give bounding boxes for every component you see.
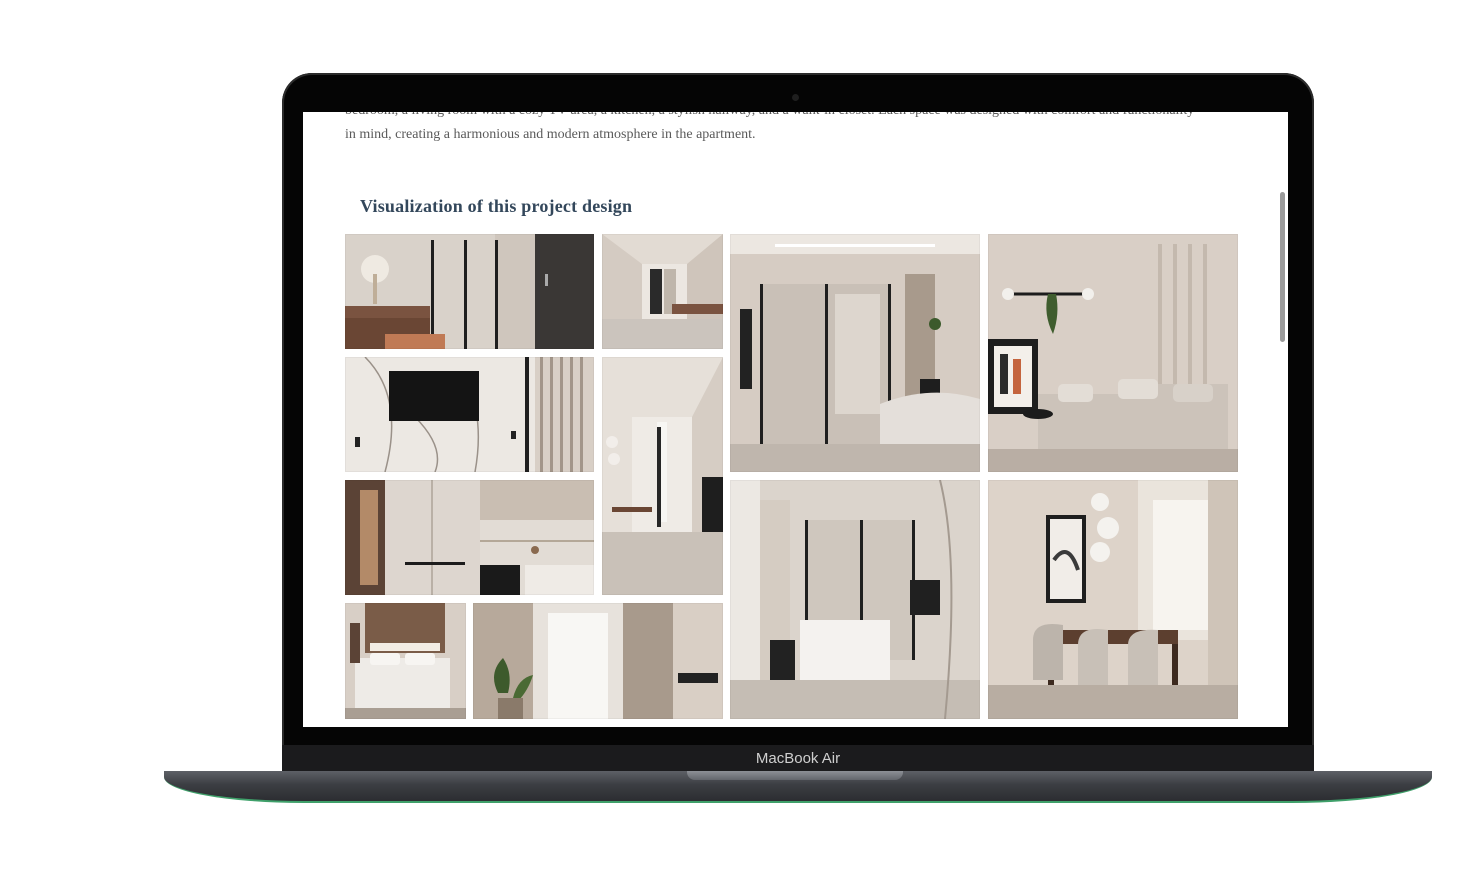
bedroom-window-curtains-photo[interactable] — [473, 603, 723, 719]
living-room-sofa-photo[interactable] — [988, 234, 1238, 472]
hallway-console-photo[interactable] — [345, 234, 594, 349]
living-room-glass-door-photo[interactable] — [730, 234, 980, 472]
laptop-chin: MacBook Air — [282, 745, 1314, 773]
photo-gallery — [345, 234, 1238, 719]
description-line: bedroom, a living room with a cozy TV ar… — [345, 112, 1245, 123]
kitchen-wardrobe-photo[interactable] — [345, 480, 594, 595]
scrollbar-thumb[interactable] — [1280, 192, 1285, 342]
hallway-corridor-photo[interactable] — [602, 234, 723, 349]
laptop-mockup: bedroom, a living room with a cozy TV ar… — [0, 0, 1483, 890]
project-description: bedroom, a living room with a cozy TV ar… — [345, 112, 1245, 147]
dining-room-photo[interactable] — [988, 480, 1238, 719]
bedroom-photo[interactable] — [345, 603, 466, 719]
camera-icon — [792, 94, 799, 101]
laptop-hinge-notch — [687, 771, 903, 780]
tv-marble-wall-photo[interactable] — [345, 357, 594, 472]
description-line: in mind, creating a harmonious and moder… — [345, 127, 756, 142]
corridor-dining-view-photo[interactable] — [602, 357, 723, 595]
browser-viewport[interactable]: bedroom, a living room with a cozy TV ar… — [303, 112, 1288, 727]
device-label: MacBook Air — [755, 750, 841, 767]
gallery-heading: Visualization of this project design — [360, 196, 633, 216]
kitchen-glass-partition-photo[interactable] — [730, 480, 980, 719]
